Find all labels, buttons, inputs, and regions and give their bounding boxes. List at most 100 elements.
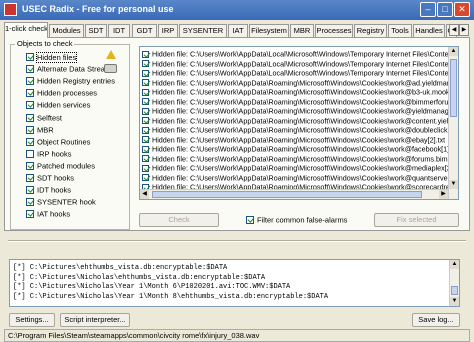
object-checkbox[interactable] <box>26 161 34 170</box>
object-checkbox[interactable] <box>26 65 34 74</box>
check-button[interactable]: Check <box>139 213 219 227</box>
scroll-thumb[interactable] <box>450 59 457 117</box>
result-checkbox[interactable] <box>142 145 149 153</box>
result-row[interactable]: Hidden file: C:\Users\Work\AppData\Roami… <box>142 106 458 116</box>
splitter[interactable] <box>8 240 466 242</box>
tab-modules[interactable]: Modules <box>49 24 84 37</box>
object-check-item[interactable]: Alternate Data Streams <box>26 64 115 75</box>
log-scroll-thumb[interactable] <box>451 286 458 295</box>
object-check-item[interactable]: IDT hooks <box>26 185 71 196</box>
result-checkbox[interactable] <box>142 60 149 68</box>
result-row[interactable]: Hidden file: C:\Users\Work\AppData\Roami… <box>142 125 458 135</box>
object-checkbox[interactable] <box>26 186 34 195</box>
maximize-button[interactable]: □ <box>437 2 453 17</box>
result-checkbox[interactable] <box>142 69 149 77</box>
result-checkbox[interactable] <box>142 107 149 115</box>
close-button[interactable]: ✕ <box>454 2 470 17</box>
result-row[interactable]: Hidden file: C:\Users\Work\AppData\Roami… <box>142 97 458 106</box>
tab-1-click-check[interactable]: 1-click check <box>4 22 48 38</box>
result-checkbox[interactable] <box>142 79 149 87</box>
result-row[interactable]: Hidden file: C:\Users\Work\AppData\Roami… <box>142 87 458 97</box>
object-check-item[interactable]: Object Routines <box>26 137 90 148</box>
object-checkbox[interactable] <box>26 125 34 134</box>
object-check-item[interactable]: MBR <box>26 125 54 136</box>
object-checkbox[interactable] <box>26 137 34 146</box>
result-row[interactable]: Hidden file: C:\Users\Work\AppData\Roami… <box>142 173 458 182</box>
object-check-item[interactable]: SYSENTER hook <box>26 197 96 208</box>
object-check-label: MBR <box>37 125 54 135</box>
result-checkbox[interactable] <box>142 88 149 96</box>
scroll-down-icon[interactable]: ▼ <box>449 180 458 189</box>
results-vertical-scrollbar[interactable]: ▲ ▼ <box>448 47 458 199</box>
results-list[interactable]: Hidden file: C:\Users\Work\AppData\Local… <box>139 46 459 200</box>
result-text: Hidden file: C:\Users\Work\AppData\Roami… <box>152 116 459 126</box>
result-checkbox[interactable] <box>142 136 149 144</box>
tab-registry[interactable]: Registry <box>354 24 387 37</box>
filter-false-alarms[interactable]: Filter common false-alarms <box>246 215 347 225</box>
object-checkbox[interactable] <box>26 149 34 158</box>
tab-scroll-left-icon[interactable]: ◀ <box>449 24 459 36</box>
tab-sysenter[interactable]: SYSENTER <box>179 24 227 37</box>
hscroll-thumb[interactable] <box>152 191 422 198</box>
log-scroll-up-icon[interactable]: ▲ <box>450 260 459 269</box>
tab-processes[interactable]: Processes <box>315 24 353 37</box>
result-checkbox[interactable] <box>142 155 149 163</box>
object-check-item[interactable]: Hidden Registry entries <box>26 76 115 87</box>
object-check-item[interactable]: Hidden services <box>26 100 90 111</box>
log-scroll-down-icon[interactable]: ▼ <box>450 297 459 306</box>
result-row[interactable]: Hidden file: C:\Users\Work\AppData\Roami… <box>142 135 445 144</box>
settings-button[interactable]: Settings... <box>9 313 55 327</box>
result-row[interactable]: Hidden file: C:\Users\Work\AppData\Roami… <box>142 78 458 87</box>
results-horizontal-scrollbar[interactable]: ◀ ▶ <box>140 189 448 199</box>
object-check-item[interactable]: SDT hooks <box>26 173 74 184</box>
object-checkbox[interactable] <box>26 89 34 98</box>
log-line: [*] C:\Pictures\Nicholas\Year 1\Month 6\… <box>13 283 291 291</box>
tab-mbr[interactable]: MBR <box>290 24 314 37</box>
tab-handles[interactable]: Handles <box>413 24 445 37</box>
result-checkbox[interactable] <box>142 50 149 58</box>
tab-filesystem[interactable]: Filesystem <box>249 24 289 37</box>
log-vertical-scrollbar[interactable]: ▲ ▼ <box>449 260 459 306</box>
object-check-item[interactable]: Patched modules <box>26 161 95 172</box>
object-checkbox[interactable] <box>26 198 34 207</box>
result-row[interactable]: Hidden file: C:\Users\Work\AppData\Roami… <box>142 116 459 126</box>
result-row[interactable]: Hidden file: C:\Users\Work\AppData\Local… <box>142 59 458 68</box>
object-checkbox[interactable] <box>26 210 34 219</box>
object-checkbox[interactable] <box>26 53 34 62</box>
object-check-item[interactable]: Hidden files <box>26 51 78 63</box>
fix-selected-button[interactable]: Fix selected <box>374 213 459 227</box>
tab-irp[interactable]: IRP <box>158 24 178 37</box>
tab-sdt[interactable]: SDT <box>85 24 107 37</box>
result-row[interactable]: Hidden file: C:\Users\Work\AppData\Local… <box>142 49 458 59</box>
result-checkbox[interactable] <box>142 126 149 134</box>
scroll-up-icon[interactable]: ▲ <box>449 47 458 56</box>
script-interpreter-button[interactable]: Script interpreter... <box>60 313 130 327</box>
filter-checkbox[interactable] <box>246 216 254 225</box>
tab-iat[interactable]: IAT <box>228 24 248 37</box>
result-checkbox[interactable] <box>142 117 149 125</box>
result-row[interactable]: Hidden file: C:\Users\Work\AppData\Roami… <box>142 154 458 163</box>
tab-tools[interactable]: Tools <box>388 24 412 37</box>
save-log-button[interactable]: Save log... <box>412 313 460 327</box>
scroll-left-icon[interactable]: ◀ <box>140 190 149 199</box>
result-row[interactable]: Hidden file: C:\Users\Work\AppData\Local… <box>142 68 458 78</box>
tab-scroll-right-icon[interactable]: ▶ <box>459 24 469 36</box>
object-check-item[interactable]: Selftest <box>26 113 62 124</box>
result-row[interactable]: Hidden file: C:\Users\Work\AppData\Roami… <box>142 163 458 173</box>
object-check-item[interactable]: IRP hooks <box>26 149 71 160</box>
result-row[interactable]: Hidden file: C:\Users\Work\AppData\Roami… <box>142 144 458 154</box>
object-check-item[interactable]: IAT hooks <box>26 209 70 220</box>
result-checkbox[interactable] <box>142 174 149 182</box>
log-output[interactable]: [*] C:\Pictures\ehthumbs_vista.db:encryp… <box>9 259 460 307</box>
object-checkbox[interactable] <box>26 77 34 86</box>
result-checkbox[interactable] <box>142 164 149 172</box>
result-checkbox[interactable] <box>142 98 149 106</box>
scroll-right-icon[interactable]: ▶ <box>439 190 448 199</box>
object-check-item[interactable]: Hidden processes <box>26 88 97 99</box>
object-checkbox[interactable] <box>26 113 34 122</box>
tab-gdt[interactable]: GDT <box>132 24 157 37</box>
object-checkbox[interactable] <box>26 174 34 183</box>
object-checkbox[interactable] <box>26 101 34 110</box>
tab-idt[interactable]: IDT <box>108 24 130 37</box>
minimize-button[interactable]: – <box>420 2 436 17</box>
